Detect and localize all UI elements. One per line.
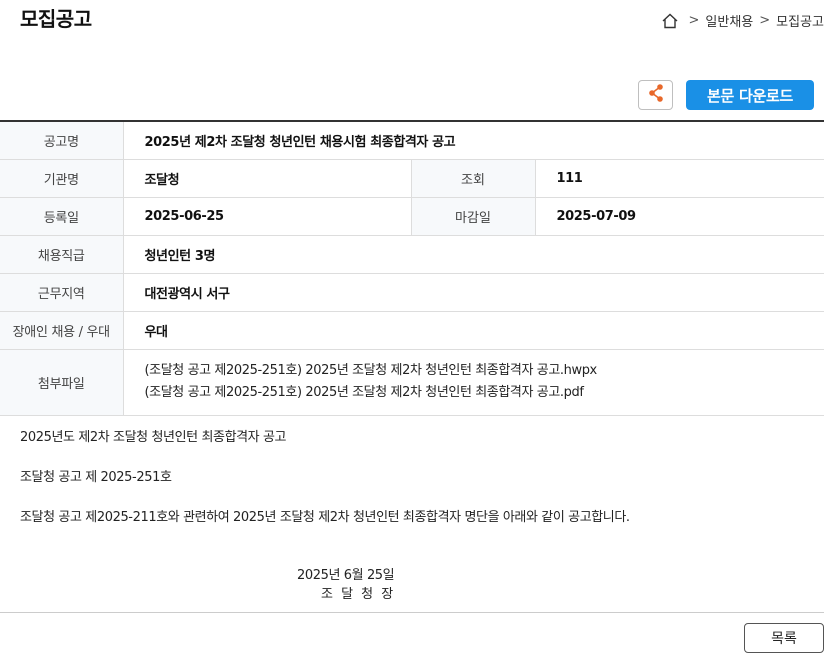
agency-label: 기관명 (0, 159, 124, 198)
deadline-label: 마감일 (411, 197, 536, 236)
title-label: 공고명 (0, 121, 124, 160)
disability-label: 장애인 채용 / 우대 (0, 311, 124, 350)
table-row: 근무지역 대전광역시 서구 (0, 273, 824, 312)
divider (0, 612, 824, 613)
attachment-link-pdf[interactable]: (조달청 공고 제2025-251호) 2025년 조달청 제2차 청년인턴 최… (145, 382, 824, 404)
notice-info-table: 공고명 2025년 제2차 조달청 청년인턴 채용시험 최종합격자 공고 기관명… (0, 120, 824, 416)
body-line-notice-number: 조달청 공고 제 2025-251호 (20, 470, 172, 485)
breadcrumb: > 일반채용 > 모집공고 (661, 11, 824, 30)
table-row: 채용직급 청년인턴 3명 (0, 235, 824, 274)
position-value: 청년인턴 3명 (123, 235, 824, 274)
body-line-heading: 2025년도 제2차 조달청 청년인턴 최종합격자 공고 (20, 430, 287, 445)
table-row: 공고명 2025년 제2차 조달청 청년인턴 채용시험 최종합격자 공고 (0, 121, 824, 160)
notice-date: 2025년 6월 25일 (297, 568, 395, 583)
attachments-value: (조달청 공고 제2025-251호) 2025년 조달청 제2차 청년인턴 최… (123, 349, 824, 416)
title-value: 2025년 제2차 조달청 청년인턴 채용시험 최종합격자 공고 (123, 121, 824, 160)
registered-date-value: 2025-06-25 (123, 197, 412, 236)
registered-date-label: 등록일 (0, 197, 124, 236)
position-label: 채용직급 (0, 235, 124, 274)
share-button[interactable] (638, 80, 673, 110)
attachments-label: 첨부파일 (0, 349, 124, 416)
location-value: 대전광역시 서구 (123, 273, 824, 312)
signer: 조 달 청 장 (321, 587, 396, 602)
breadcrumb-separator: > (759, 13, 771, 28)
download-body-button[interactable]: 본문 다운로드 (686, 80, 814, 110)
views-label: 조회 (411, 159, 536, 198)
table-row: 기관명 조달청 조회 111 (0, 159, 824, 198)
location-label: 근무지역 (0, 273, 124, 312)
body-line-description: 조달청 공고 제2025-211호와 관련하여 2025년 조달청 제2차 청년… (20, 510, 630, 525)
breadcrumb-separator: > (688, 13, 700, 28)
page-title: 모집공고 (20, 7, 92, 31)
agency-value: 조달청 (123, 159, 412, 198)
breadcrumb-item-recruitment[interactable]: 모집공고 (776, 11, 824, 30)
attachment-link-hwpx[interactable]: (조달청 공고 제2025-251호) 2025년 조달청 제2차 청년인턴 최… (145, 360, 824, 382)
disability-value: 우대 (123, 311, 824, 350)
table-row: 등록일 2025-06-25 마감일 2025-07-09 (0, 197, 824, 236)
breadcrumb-item-general-hiring[interactable]: 일반채용 (705, 11, 753, 30)
list-button[interactable]: 목록 (744, 623, 824, 653)
table-row: 첨부파일 (조달청 공고 제2025-251호) 2025년 조달청 제2차 청… (0, 349, 824, 416)
home-icon[interactable] (661, 12, 679, 30)
deadline-value: 2025-07-09 (535, 197, 824, 236)
views-value: 111 (535, 159, 824, 198)
signature-block: 2025년 6월 25일 조 달 청 장 (297, 566, 395, 604)
share-icon (647, 83, 665, 107)
table-row: 장애인 채용 / 우대 우대 (0, 311, 824, 350)
